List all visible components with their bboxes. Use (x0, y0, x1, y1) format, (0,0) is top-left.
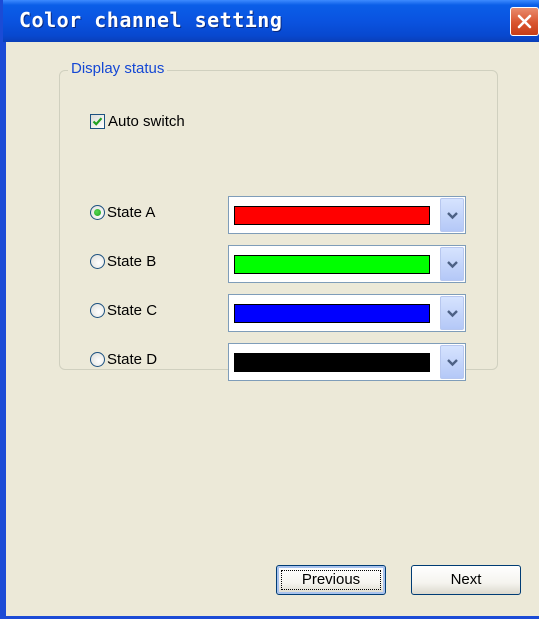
radio-button[interactable] (90, 204, 105, 220)
color-swatch (234, 255, 430, 274)
next-button[interactable]: Next (411, 565, 521, 595)
color-swatch (234, 304, 430, 323)
radio-selected-dot (94, 208, 101, 216)
state-d-color-select[interactable] (228, 343, 466, 381)
checkbox-box[interactable] (90, 113, 105, 129)
state-d-label: State D (107, 350, 158, 368)
state-a-label: State A (107, 203, 156, 221)
auto-switch-label: Auto switch (108, 112, 185, 130)
chevron-down-icon (447, 212, 458, 220)
color-swatch (234, 206, 430, 225)
dropdown-button[interactable] (440, 345, 464, 379)
previous-button[interactable]: Previous (276, 565, 386, 595)
state-b-color-select[interactable] (228, 245, 466, 283)
chevron-down-icon (447, 261, 458, 269)
state-c-radio[interactable]: State C (90, 299, 157, 321)
state-b-label: State B (107, 252, 157, 270)
state-a-radio[interactable]: State A (90, 201, 155, 223)
color-swatch (234, 353, 430, 372)
state-d-radio[interactable]: State D (90, 348, 157, 370)
state-c-color-select[interactable] (228, 294, 466, 332)
dropdown-button[interactable] (440, 198, 464, 232)
auto-switch-checkbox[interactable]: Auto switch (90, 110, 185, 132)
dropdown-button[interactable] (440, 247, 464, 281)
state-a-color-select[interactable] (228, 196, 466, 234)
state-c-label: State C (107, 301, 158, 319)
title-bar[interactable]: Color channel setting (3, 0, 539, 42)
checkmark-icon (92, 116, 103, 126)
next-button-label: Next (450, 571, 482, 588)
radio-button[interactable] (90, 351, 105, 367)
group-title: Display status (68, 60, 168, 77)
state-b-radio[interactable]: State B (90, 250, 156, 272)
chevron-down-icon (447, 359, 458, 367)
close-icon (517, 14, 532, 29)
chevron-down-icon (447, 310, 458, 318)
previous-button-label: Previous (301, 571, 361, 588)
radio-button[interactable] (90, 302, 105, 318)
dropdown-button[interactable] (440, 296, 464, 330)
close-button[interactable] (510, 7, 539, 36)
window-title: Color channel setting (19, 8, 283, 32)
radio-button[interactable] (90, 253, 105, 269)
